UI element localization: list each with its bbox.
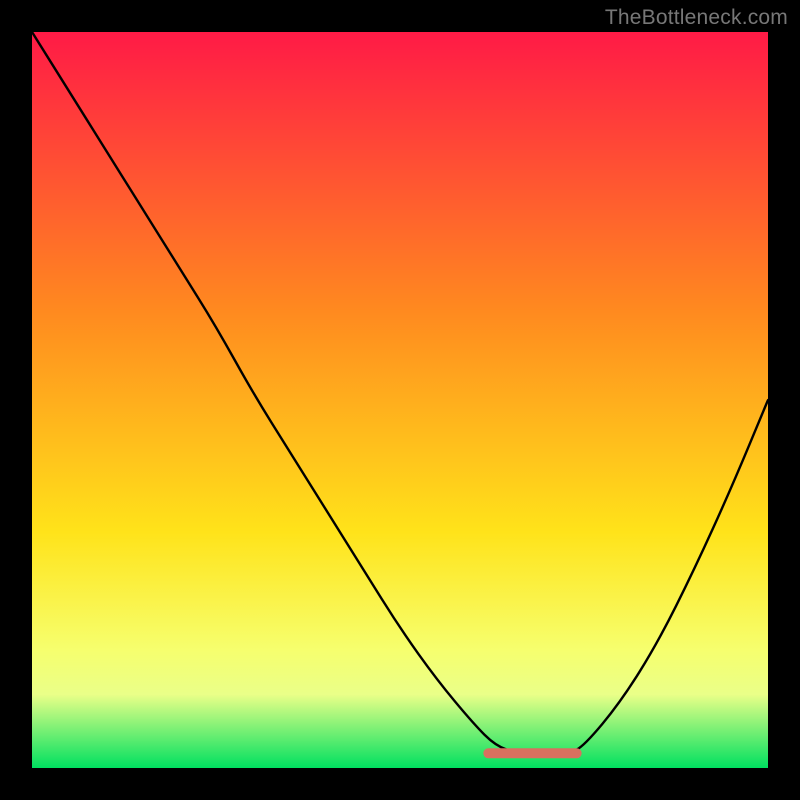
chart-frame: TheBottleneck.com bbox=[0, 0, 800, 800]
watermark-text: TheBottleneck.com bbox=[605, 6, 788, 30]
bottleneck-chart bbox=[32, 32, 768, 768]
gradient-background bbox=[32, 32, 768, 768]
